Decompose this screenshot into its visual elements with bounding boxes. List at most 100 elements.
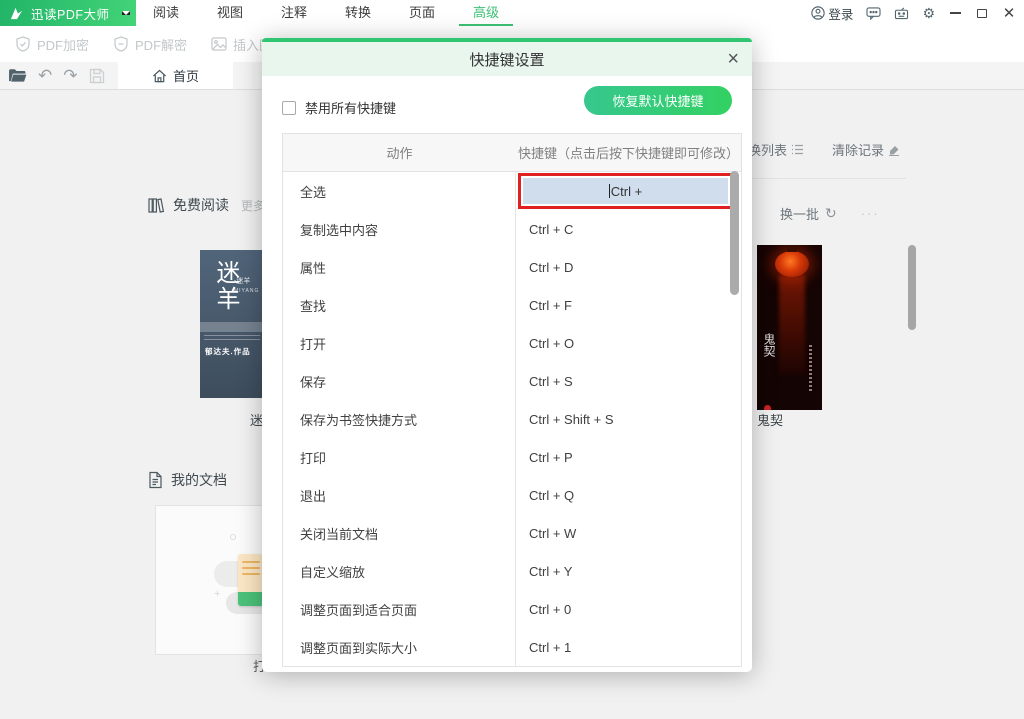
dialog-title: 快捷键设置: [469, 49, 544, 70]
shortcut-cell[interactable]: Ctrl + C: [516, 210, 741, 248]
book-cover-miyang[interactable]: 迷羊 -迷羊 MIYANG 郁达夫.作品: [200, 250, 264, 398]
book-cover-guiqi[interactable]: 鬼契: [757, 245, 822, 410]
action-label: 自定义缩放: [283, 552, 516, 590]
lantern-cap: [787, 247, 797, 252]
close-window-button[interactable]: ✕: [1002, 0, 1016, 26]
pdf-encrypt-label: PDF加密: [37, 35, 89, 54]
assistant-icon[interactable]: [894, 7, 909, 20]
shortcut-cell[interactable]: Ctrl +: [516, 172, 741, 210]
shortcut-cell[interactable]: Ctrl + D: [516, 248, 741, 286]
disable-all-label: 禁用所有快捷键: [305, 98, 396, 117]
shortcut-row: 属性Ctrl + D: [283, 248, 741, 286]
pdf-decrypt-button[interactable]: PDF解密: [113, 35, 187, 54]
list-icon: [791, 144, 804, 155]
shortcut-row: 退出Ctrl + Q: [283, 476, 741, 514]
minimize-button[interactable]: [948, 0, 962, 26]
login-button[interactable]: 登录: [811, 4, 853, 23]
menu-advanced[interactable]: 高级: [454, 0, 518, 26]
shortcut-cell[interactable]: Ctrl + O: [516, 324, 741, 362]
shortcut-cell[interactable]: Ctrl + F: [516, 286, 741, 324]
shortcut-cell[interactable]: Ctrl + Q: [516, 476, 741, 514]
shortcut-edit-field[interactable]: Ctrl +: [518, 173, 733, 209]
refresh-batch-button[interactable]: 换一批 ↻ ···: [780, 204, 880, 223]
refresh-batch-label: 换一批: [780, 204, 819, 223]
menu-convert[interactable]: 转换: [326, 0, 390, 26]
switch-list-button[interactable]: 换列表: [748, 140, 804, 159]
switch-list-label: 换列表: [748, 140, 787, 159]
menu-annotate[interactable]: 注释: [262, 0, 326, 26]
app-window: 迅读PDF大师 阅读 视图 注释 转换 页面 高级 登录: [0, 0, 1024, 719]
document-icon: [147, 471, 163, 489]
undo-icon[interactable]: ↶: [38, 67, 52, 84]
shortcut-row: 自定义缩放Ctrl + Y: [283, 552, 741, 590]
maximize-button[interactable]: [975, 0, 989, 26]
book-title[interactable]: 鬼契: [757, 410, 783, 429]
main-scrollbar[interactable]: [908, 245, 916, 330]
free-reading-title: 免费阅读: [173, 195, 229, 215]
active-menu-underline: [459, 24, 513, 26]
text-cursor: [609, 184, 610, 198]
disable-all-checkbox[interactable]: [282, 101, 296, 115]
empty-state-doc-icon: [238, 554, 264, 606]
dialog-header: 快捷键设置 ×: [262, 42, 752, 76]
shortcut-cell[interactable]: Ctrl + W: [516, 514, 741, 552]
decor-plus: +: [214, 588, 220, 600]
shortcut-table: 动作 快捷键（点击后按下快捷键即可修改） 全选Ctrl +复制选中内容Ctrl …: [282, 133, 742, 667]
shortcut-row: 保存为书签快捷方式Ctrl + Shift + S: [283, 400, 741, 438]
save-icon[interactable]: [89, 68, 105, 84]
app-logo[interactable]: 迅读PDF大师: [0, 0, 136, 26]
chevron-down-icon[interactable]: [122, 11, 130, 15]
action-label: 复制选中内容: [283, 210, 516, 248]
action-label: 全选: [283, 172, 516, 210]
close-dialog-icon[interactable]: ×: [727, 47, 739, 71]
action-label: 调整页面到适合页面: [283, 590, 516, 628]
cover-text-column: [809, 345, 812, 391]
document-card[interactable]: +: [155, 505, 267, 655]
home-icon: [152, 69, 167, 83]
divider: [750, 178, 906, 179]
shortcut-row: 全选 Ctrl +: [283, 172, 741, 210]
shortcut-row: 调整页面到实际大小Ctrl + 1: [283, 628, 741, 666]
menu-advanced-label: 高级: [473, 5, 499, 20]
lantern: [775, 251, 809, 277]
cover-title-vertical: 鬼契: [761, 333, 778, 357]
redo-icon[interactable]: ↷: [63, 67, 77, 84]
user-icon: [811, 6, 825, 20]
action-label: 保存为书签快捷方式: [283, 400, 516, 438]
more-options-dots[interactable]: ···: [861, 206, 880, 221]
shortcut-row: 复制选中内容Ctrl + C: [283, 210, 741, 248]
shortcut-cell[interactable]: Ctrl + P: [516, 438, 741, 476]
shortcut-cell[interactable]: Ctrl + Y: [516, 552, 741, 590]
disable-all-row: 禁用所有快捷键: [282, 98, 396, 117]
cover-title-vertical: 迷羊: [208, 260, 243, 312]
my-documents-title: 我的文档: [171, 470, 227, 490]
shortcut-cell[interactable]: Ctrl + 0: [516, 590, 741, 628]
menu-bar: 阅读 视图 注释 转换 页面 高级: [134, 0, 518, 26]
menu-view[interactable]: 视图: [198, 0, 262, 26]
cover-author: 郁达夫.作品: [205, 346, 251, 357]
menu-read[interactable]: 阅读: [134, 0, 198, 26]
shortcut-row: 查找Ctrl + F: [283, 286, 741, 324]
menu-page[interactable]: 页面: [390, 0, 454, 26]
shortcut-cell[interactable]: Ctrl + 1: [516, 628, 741, 666]
pdf-encrypt-button[interactable]: PDF加密: [15, 35, 89, 54]
restore-defaults-button[interactable]: 恢复默认快捷键: [584, 86, 732, 115]
shortcut-row: 调整页面到适合页面Ctrl + 0: [283, 590, 741, 628]
image-icon: [211, 37, 227, 51]
shortcut-row: 打开Ctrl + O: [283, 324, 741, 362]
free-reading-header: 免费阅读 更多>: [147, 195, 272, 215]
clear-history-button[interactable]: 清除记录: [832, 140, 900, 159]
dialog-scrollbar[interactable]: [730, 171, 739, 295]
eraser-icon: [888, 144, 900, 156]
cover-romaji: MIYANG: [234, 288, 259, 294]
cover-line: [204, 339, 260, 340]
shield-minus-icon: [113, 36, 129, 52]
open-folder-icon[interactable]: [8, 68, 27, 83]
shortcut-cell[interactable]: Ctrl + Shift + S: [516, 400, 741, 438]
shortcut-cell[interactable]: Ctrl + S: [516, 362, 741, 400]
shortcut-value: Ctrl +: [611, 184, 642, 199]
gear-icon[interactable]: ⚙: [922, 6, 935, 20]
pdf-decrypt-label: PDF解密: [135, 35, 187, 54]
tab-home[interactable]: 首页: [118, 62, 233, 89]
feedback-icon[interactable]: [866, 7, 881, 20]
